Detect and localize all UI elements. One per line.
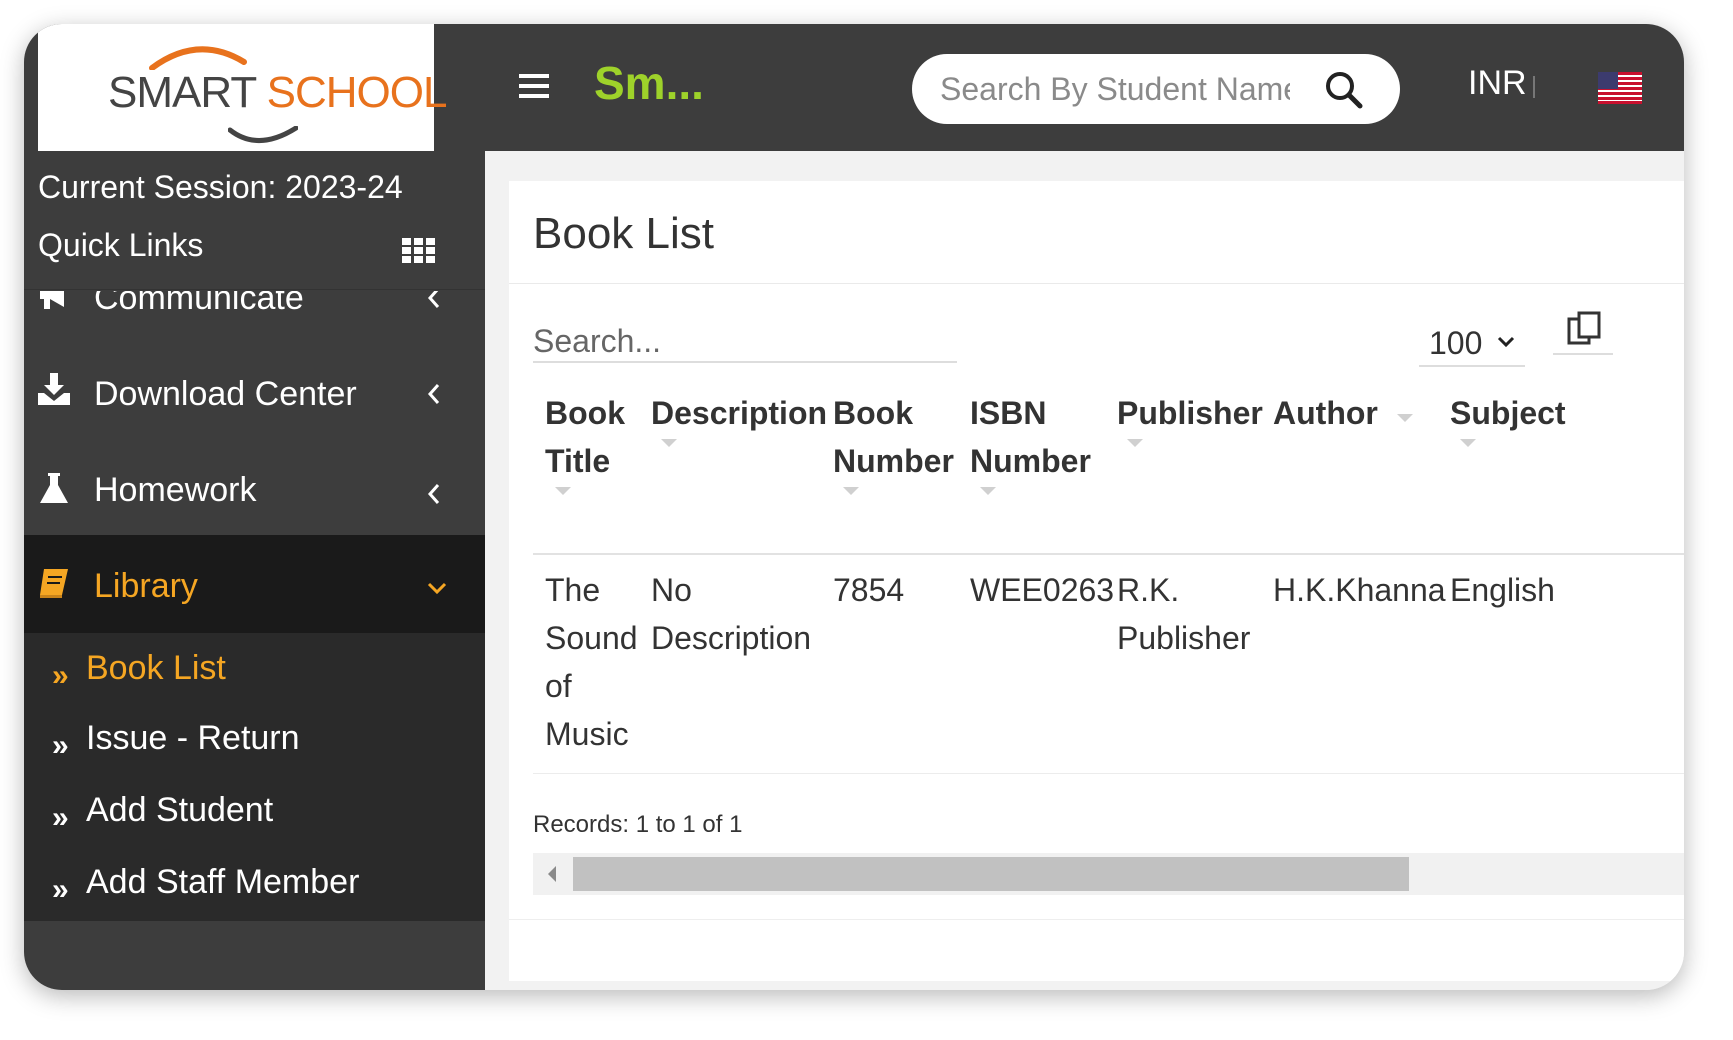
- grid-icon[interactable]: [402, 238, 436, 264]
- submenu-item-add-student[interactable]: » Add Student: [24, 779, 485, 849]
- column-header-description[interactable]: Description: [651, 389, 827, 449]
- scrollbar-thumb[interactable]: [573, 857, 1409, 891]
- sort-icon: [843, 487, 859, 495]
- chevron-left-icon: [427, 484, 440, 504]
- cell-book-number: 7854: [833, 572, 905, 608]
- logo-text: SMART SCHOOL: [108, 68, 448, 118]
- us-flag-icon[interactable]: [1598, 72, 1642, 104]
- sort-icon: [1396, 414, 1413, 422]
- submenu-item-label: Book List: [86, 649, 226, 687]
- logo-swoosh-bottom-icon: [228, 126, 298, 143]
- column-header-label: Publisher: [1117, 395, 1263, 431]
- column-header-label: Book Title: [545, 395, 625, 479]
- submenu-item-book-list[interactable]: » Book List: [24, 637, 485, 707]
- search-icon[interactable]: [1324, 70, 1364, 110]
- horizontal-scrollbar[interactable]: [533, 853, 1684, 895]
- sidebar-item-label: Download Center: [94, 375, 357, 413]
- header-divider: [1533, 76, 1535, 98]
- chevron-left-icon: [427, 291, 440, 308]
- column-header-label: ISBN Number: [970, 395, 1091, 479]
- table-search-input[interactable]: [533, 321, 957, 363]
- flask-icon: [40, 473, 68, 503]
- library-submenu: » Book List » Issue - Return » Add Stude…: [24, 633, 485, 921]
- submenu-item-label: Issue - Return: [86, 719, 300, 757]
- table-header-divider: [533, 553, 1684, 555]
- sidebar-item-label: Homework: [94, 471, 257, 509]
- column-header-isbn-number[interactable]: ISBN Number: [970, 389, 1100, 497]
- column-header-publisher[interactable]: Publisher: [1117, 389, 1263, 449]
- logo[interactable]: SMART SCHOOL: [38, 24, 447, 151]
- column-header-author[interactable]: Author: [1273, 389, 1433, 437]
- cell-author: H.K.Khanna: [1273, 572, 1446, 608]
- currency-selector[interactable]: INR: [1468, 64, 1527, 103]
- submenu-item-label: Add Student: [86, 791, 274, 829]
- copy-button[interactable]: [1553, 301, 1613, 355]
- logo-word-school: SCHOOL: [266, 68, 448, 117]
- submenu-item-add-staff-member[interactable]: » Add Staff Member: [24, 851, 485, 921]
- chevron-left-icon: [427, 384, 440, 404]
- double-chevron-right-icon: »: [52, 659, 69, 692]
- cell-publisher: R.K. Publisher: [1117, 572, 1251, 656]
- logo-swoosh-icon: [149, 46, 247, 70]
- sort-icon: [555, 487, 571, 495]
- double-chevron-right-icon: »: [52, 873, 69, 906]
- page-title: Book List: [533, 209, 714, 258]
- panel-divider: [509, 283, 1684, 284]
- column-header-label: Book Number: [833, 395, 954, 479]
- panel-bottom-divider: [509, 919, 1684, 920]
- sort-icon: [661, 439, 677, 447]
- sort-icon: [1460, 439, 1476, 447]
- menu-toggle-icon[interactable]: [519, 74, 549, 100]
- book-icon: [40, 569, 68, 598]
- double-chevron-right-icon: »: [52, 729, 69, 762]
- column-header-label: Author: [1273, 395, 1378, 431]
- column-header-label: Subject: [1450, 395, 1566, 431]
- column-header-label: Description: [651, 395, 828, 431]
- submenu-item-issue-return[interactable]: » Issue - Return: [24, 707, 485, 777]
- records-count: Records: 1 to 1 of 1: [533, 811, 743, 838]
- download-icon: [38, 373, 70, 405]
- submenu-item-label: Add Staff Member: [86, 863, 360, 901]
- logo-word-smart: SMART: [108, 68, 256, 117]
- copy-icon: [1567, 311, 1601, 345]
- page-size-value: 100: [1429, 325, 1483, 361]
- sidebar-item-communicate[interactable]: Communicate: [24, 291, 485, 341]
- top-header: SMART SCHOOL Sm... INR: [24, 24, 1684, 151]
- brand-title: Sm...: [594, 57, 704, 109]
- student-search-input[interactable]: [940, 68, 1290, 110]
- sort-icon: [980, 487, 996, 495]
- main-content: Book List 100 Book Title: [485, 151, 1684, 990]
- chevron-down-icon: [427, 582, 447, 595]
- student-search-box: [912, 54, 1400, 124]
- column-header-book-title[interactable]: Book Title: [545, 389, 635, 497]
- chevron-down-icon: [1497, 336, 1515, 348]
- cell-isbn-number: WEE0263: [970, 572, 1115, 608]
- megaphone-icon: [40, 291, 64, 309]
- page-size-select[interactable]: 100: [1419, 321, 1525, 367]
- sidebar-item-library[interactable]: Library: [24, 535, 485, 633]
- scroll-left-icon[interactable]: [547, 865, 557, 883]
- book-list-panel: Book List 100 Book Title: [509, 181, 1684, 981]
- sidebar-item-download-center[interactable]: Download Center: [24, 341, 485, 447]
- cell-description: No Description: [651, 572, 812, 656]
- sidebar: Current Session: 2023-24 Quick Links Com…: [24, 151, 485, 990]
- cell-book-title: The Sound of Music: [545, 572, 638, 752]
- double-chevron-right-icon: »: [52, 801, 69, 834]
- current-session: Current Session: 2023-24: [38, 169, 403, 205]
- app-window: SMART SCHOOL Sm... INR: [24, 24, 1684, 990]
- sidebar-item-label: Library: [94, 567, 198, 605]
- column-header-book-number[interactable]: Book Number: [833, 389, 959, 497]
- column-header-subject[interactable]: Subject: [1450, 389, 1570, 449]
- sort-icon: [1127, 439, 1143, 447]
- quick-links-divider: [24, 289, 485, 290]
- row-divider: [533, 773, 1684, 774]
- cell-subject: English: [1450, 572, 1555, 608]
- sidebar-item-label: Communicate: [94, 291, 304, 317]
- quick-links[interactable]: Quick Links: [38, 227, 203, 264]
